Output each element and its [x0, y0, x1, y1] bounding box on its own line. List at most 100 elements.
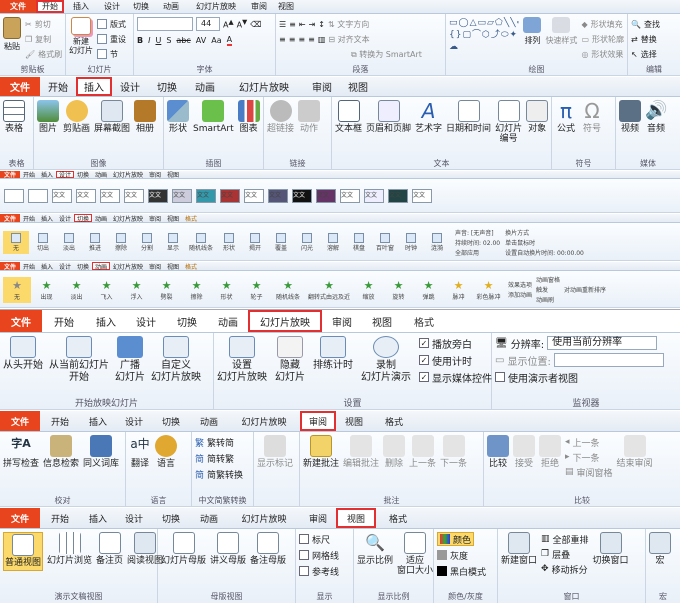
tab-view[interactable]: 视图: [272, 0, 300, 13]
trigger-button[interactable]: 触发: [536, 285, 560, 294]
transition-item[interactable]: 擦除: [109, 232, 133, 252]
use-timings-checkbox[interactable]: ✓ 使用计时: [419, 353, 492, 368]
animation-pane-button[interactable]: 动画窗格: [536, 275, 560, 284]
tab-insert[interactable]: 插入: [38, 262, 56, 271]
grow-font-icon[interactable]: A▲: [223, 18, 234, 30]
tab-review[interactable]: 审阅: [246, 0, 272, 13]
previous-comment-button[interactable]: 上一条: [409, 435, 436, 470]
tab-design[interactable]: 设计: [116, 411, 152, 431]
theme-thumb[interactable]: 文文: [412, 189, 432, 203]
tab-view[interactable]: 视图: [336, 411, 372, 431]
add-animation-button[interactable]: 添加动画: [508, 290, 532, 299]
ruler-checkbox[interactable]: 标尺: [299, 532, 330, 546]
previous-change-button[interactable]: ◂ 上一条: [565, 435, 613, 449]
theme-thumb[interactable]: 文文: [52, 189, 72, 203]
hyperlink-button[interactable]: 超链接: [267, 100, 294, 135]
next-change-button[interactable]: ▸ 下一条: [565, 450, 613, 464]
play-narration-checkbox[interactable]: ✓ 播放旁白: [419, 336, 492, 351]
reviewing-pane-button[interactable]: ▤ 审阅窗格: [565, 465, 613, 479]
thesaurus-button[interactable]: 同义词库: [83, 435, 119, 470]
move-split-button[interactable]: ✥ 移动拆分: [541, 562, 589, 576]
tab-format[interactable]: 格式: [376, 508, 420, 528]
tab-view[interactable]: 视图: [362, 310, 402, 332]
end-review-button[interactable]: 结束审阅: [617, 435, 653, 470]
reset-button[interactable]: 重设: [97, 32, 126, 46]
tab-animations[interactable]: 动画: [92, 214, 110, 223]
tab-file[interactable]: 文件: [0, 411, 40, 431]
tab-review[interactable]: 审阅: [146, 214, 164, 223]
accept-button[interactable]: 接受: [513, 435, 535, 470]
new-slide-button[interactable]: 新建 幻灯片: [69, 17, 93, 55]
font-color-icon[interactable]: A: [226, 35, 233, 46]
reject-button[interactable]: 拒绝: [539, 435, 561, 470]
transition-item[interactable]: 切出: [31, 232, 55, 252]
chart-button[interactable]: 图表: [237, 100, 260, 135]
theme-thumb[interactable]: 文文: [196, 189, 216, 203]
spacing-icon[interactable]: AV: [196, 36, 206, 45]
animation-item[interactable]: ★ 缩放: [354, 279, 383, 301]
tab-file[interactable]: 文件: [0, 214, 20, 223]
shrink-font-icon[interactable]: A▼: [237, 18, 248, 30]
theme-thumb[interactable]: 文文: [268, 189, 288, 203]
tab-transitions[interactable]: 切换: [126, 0, 156, 13]
transition-item[interactable]: 随机线条: [187, 232, 215, 252]
orientation-icon[interactable]: [28, 189, 48, 203]
transition-item[interactable]: 推进: [83, 232, 107, 252]
fit-window-button[interactable]: 适应 窗口大小: [397, 532, 433, 576]
tab-animations[interactable]: 动画: [190, 411, 228, 431]
hide-slide-button[interactable]: 隐藏 幻灯片: [275, 336, 305, 384]
quick-styles-button[interactable]: 快速样式: [545, 17, 577, 46]
justify-icon[interactable]: ≡: [308, 35, 315, 44]
handout-master-button[interactable]: 讲义母版: [210, 532, 246, 567]
normal-view-button[interactable]: 普通视图: [3, 532, 44, 571]
transition-item[interactable]: 形状: [217, 232, 241, 252]
tab-review[interactable]: 审阅: [146, 262, 164, 271]
bullets-icon[interactable]: ☰: [279, 20, 286, 29]
theme-thumb[interactable]: 文文: [172, 189, 192, 203]
font-family-select[interactable]: [137, 17, 193, 31]
transition-item[interactable]: 闪光: [295, 232, 319, 252]
zoom-button[interactable]: 🔍 显示比例: [357, 532, 393, 567]
tab-home[interactable]: 开始: [20, 171, 38, 179]
transition-item[interactable]: 时钟: [399, 232, 423, 252]
new-comment-button[interactable]: 新建批注: [303, 435, 339, 470]
tab-insert[interactable]: 插入: [80, 508, 116, 528]
animation-item[interactable]: ★ 彩色脉冲: [474, 279, 503, 301]
display-position-select[interactable]: [553, 353, 664, 367]
theme-thumb[interactable]: 文文: [292, 189, 312, 203]
transition-item[interactable]: 棋盘: [347, 232, 371, 252]
bold-icon[interactable]: B: [137, 36, 143, 45]
theme-thumb[interactable]: 文文: [124, 189, 144, 203]
decrease-indent-icon[interactable]: ⇤: [299, 20, 306, 29]
tab-format[interactable]: 格式: [372, 411, 416, 431]
show-markup-button[interactable]: 显示标记: [257, 435, 293, 470]
tab-insert[interactable]: 插入: [80, 411, 116, 431]
gridlines-checkbox[interactable]: 网格线: [299, 548, 339, 562]
animation-item[interactable]: ★ 形状: [212, 279, 241, 301]
shapes-gallery[interactable]: ▭◯△▭▱⬠╲╲⇨⇩☆⟨⟩{}▢⌒⬡⤴⬭✦☁: [449, 17, 519, 53]
tab-insert[interactable]: 插入: [86, 310, 126, 332]
video-button[interactable]: 视频: [619, 100, 641, 135]
theme-thumb[interactable]: 文文: [364, 189, 384, 203]
apply-all-button[interactable]: 全部应用: [455, 248, 500, 257]
animation-item[interactable]: ★ 轮子: [242, 279, 271, 301]
tab-transitions[interactable]: 切换: [166, 310, 208, 332]
show-media-controls-checkbox[interactable]: ✓ 显示媒体控件: [419, 370, 492, 385]
case-icon[interactable]: Aa: [211, 36, 221, 45]
tab-review[interactable]: 审阅: [304, 77, 340, 96]
next-comment-button[interactable]: 下一条: [440, 435, 467, 470]
object-button[interactable]: 对象: [526, 100, 549, 135]
setup-show-button[interactable]: 设置 幻灯片放映: [217, 336, 267, 384]
broadcast-button[interactable]: 广播 幻灯片: [115, 336, 145, 384]
animation-item[interactable]: ★ 劈裂: [152, 279, 181, 301]
animation-painter-button[interactable]: 动画刷: [536, 295, 560, 304]
tab-design[interactable]: 设计: [126, 310, 166, 332]
transition-item[interactable]: 涟漪: [425, 232, 449, 252]
copy-button[interactable]: ❐ 复制: [25, 32, 62, 46]
slide-master-button[interactable]: 幻灯片母版: [161, 532, 206, 567]
transition-none[interactable]: 无: [3, 230, 29, 254]
animation-item[interactable]: ★ 淡出: [62, 279, 91, 301]
delete-comment-button[interactable]: 删除: [383, 435, 406, 470]
tab-view[interactable]: 视图: [164, 262, 182, 271]
animation-item[interactable]: ★ 弹跳: [414, 279, 443, 301]
